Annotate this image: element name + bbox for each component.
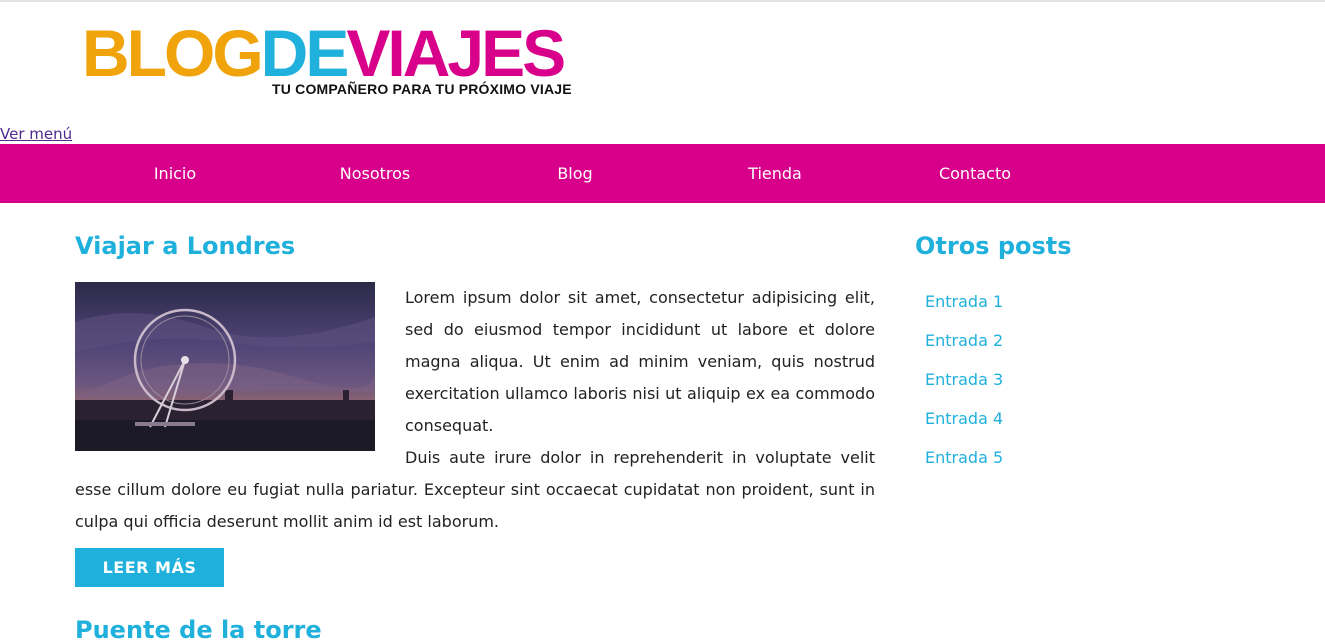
sidebar-item-entrada-4[interactable]: Entrada 4 [925, 407, 1003, 446]
sidebar-item-entrada-3[interactable]: Entrada 3 [925, 368, 1003, 407]
sidebar-item-entrada-2[interactable]: Entrada 2 [925, 329, 1003, 368]
sidebar-item-entrada-1[interactable]: Entrada 1 [925, 290, 1003, 329]
main-navbar: Inicio Nosotros Blog Tienda Contacto [0, 144, 1325, 203]
read-more-button[interactable]: LEER MÁS [75, 548, 224, 587]
logo-tagline: TU COMPAÑERO PARA TU PRÓXIMO VIAJE [272, 81, 572, 97]
logo-part-de: DE [260, 16, 350, 90]
nav-item-inicio[interactable]: Inicio [75, 164, 275, 183]
next-post-title[interactable]: Puente de la torre [75, 616, 322, 644]
site-logo[interactable]: BLOGDEVIAJES TU COMPAÑERO PARA TU PRÓXIM… [82, 20, 602, 102]
post-paragraph-2: Duis aute irure dolor in reprehenderit i… [75, 448, 875, 531]
nav-item-tienda[interactable]: Tienda [675, 164, 875, 183]
nav-item-nosotros[interactable]: Nosotros [275, 164, 475, 183]
logo-wordmark: BLOGDEVIAJES [82, 16, 566, 90]
menu-toggle-link[interactable]: Ver menú [0, 125, 72, 143]
image-float-spacer [75, 282, 405, 451]
sidebar-list: Entrada 1 Entrada 2 Entrada 3 Entrada 4 … [925, 290, 1003, 485]
post-body: Lorem ipsum dolor sit amet, consectetur … [75, 282, 875, 538]
nav-item-contacto[interactable]: Contacto [875, 164, 1075, 183]
sidebar-item-entrada-5[interactable]: Entrada 5 [925, 446, 1003, 485]
logo-part-viajes: VIAJES [346, 16, 566, 90]
top-border [0, 0, 1325, 2]
logo-part-blog: BLOG [82, 16, 264, 90]
nav-item-blog[interactable]: Blog [475, 164, 675, 183]
sidebar-title: Otros posts [915, 232, 1072, 260]
post-title[interactable]: Viajar a Londres [75, 232, 295, 260]
